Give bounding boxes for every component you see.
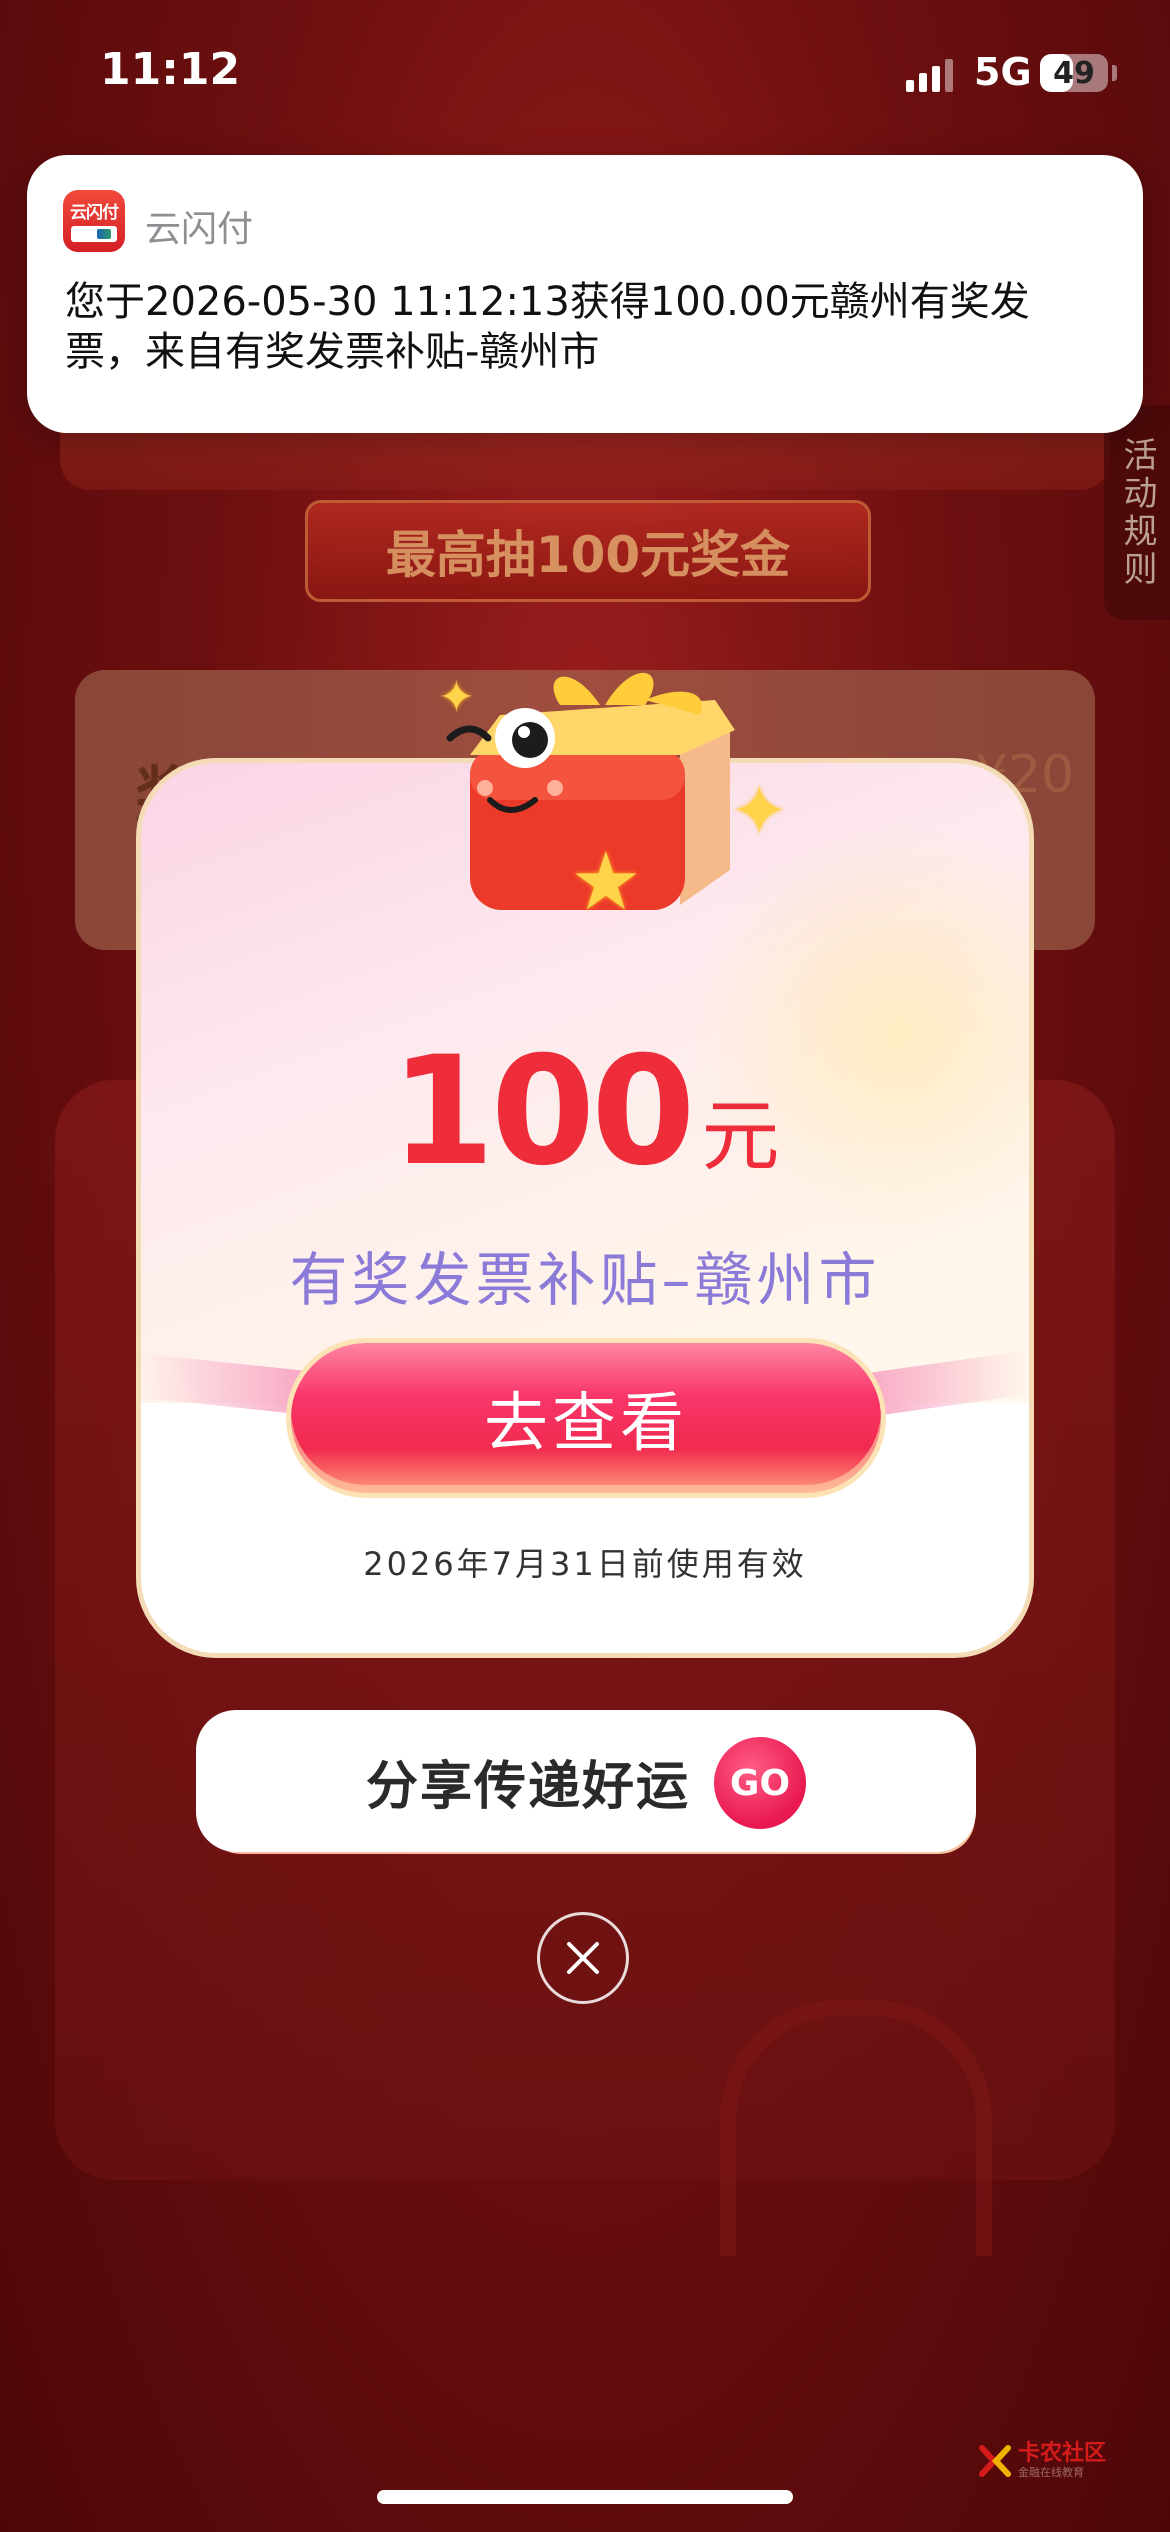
network-type: 5G [974, 50, 1032, 94]
battery-percentage: 49 [1053, 55, 1095, 91]
status-time: 11:12 [100, 44, 241, 95]
push-notification[interactable]: 云闪付 云闪付 您于2026-05-30 11:12:13获得100.00元赣州… [27, 155, 1143, 433]
notification-app-name: 云闪付 [145, 209, 254, 250]
battery-tip [1112, 65, 1117, 81]
activity-rules-tab[interactable]: 活动规则 [1104, 405, 1170, 620]
background-machine-arch [720, 2000, 992, 2256]
reward-amount: 100 元 [141, 1025, 1029, 1199]
close-button[interactable] [537, 1912, 629, 2004]
close-icon [567, 1942, 599, 1974]
validity-text: 2026年7月31日前使用有效 [363, 1545, 807, 1583]
battery-icon: 49 [1040, 54, 1108, 92]
watermark-name: 卡农社区 [1018, 2441, 1107, 2466]
view-button[interactable]: 去查看 [291, 1343, 881, 1493]
status-bar: 11:12 5G 49 [0, 0, 1170, 150]
sparkle-star-icon: ✦ [730, 770, 789, 852]
app-icon: 云闪付 [63, 190, 125, 252]
app-icon-text: 云闪付 [70, 203, 119, 223]
sparkle-star-icon: ✦ [438, 672, 475, 723]
share-label: 分享传递好运 [366, 1756, 691, 1817]
notification-body: 您于2026-05-30 11:12:13获得100.00元赣州有奖发票，来自有… [65, 279, 1030, 375]
share-button[interactable]: 分享传递好运 GO [196, 1710, 976, 1852]
reward-amount-value: 100 [390, 1025, 695, 1199]
reward-amount-unit: 元 [701, 1092, 780, 1182]
watermark-logo-icon [978, 2444, 1012, 2478]
background-banner-subtitle: 最高抽100元奖金 [305, 500, 871, 602]
watermark-tagline: 金融在线教育 [1018, 2466, 1084, 2479]
star-icon: ★ [570, 835, 642, 928]
home-indicator[interactable] [377, 2490, 793, 2504]
app-icon-card-graphic [71, 226, 117, 242]
subsidy-title: 有奖发票补贴–赣州市 [289, 1246, 881, 1314]
go-button[interactable]: GO [714, 1737, 806, 1829]
signal-strength-icon [906, 58, 953, 92]
watermark: 卡农社区 金融在线教育 [978, 2442, 1106, 2480]
